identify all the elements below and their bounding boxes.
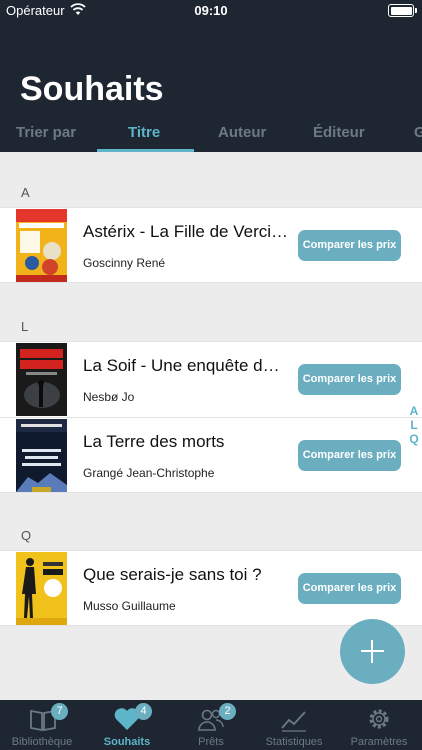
book-cover (16, 209, 67, 282)
clock: 09:10 (194, 3, 228, 18)
list-item[interactable]: La Terre des morts Grangé Jean-Christoph… (0, 417, 422, 493)
book-cover (16, 343, 67, 416)
index-letter-q[interactable]: Q (406, 432, 422, 446)
book-author: Grangé Jean-Christophe (83, 466, 215, 480)
section-header-a: A (21, 185, 30, 200)
gear-icon (369, 709, 389, 729)
wishlist-badge: 4 (135, 703, 152, 720)
list-item[interactable]: Astérix - La Fille de Vercingétorix Gosc… (0, 207, 422, 283)
tabbar-item-library[interactable]: 7 Bibliothèque (0, 700, 84, 750)
tabbar-item-loans[interactable]: 2 Prêts (170, 700, 252, 750)
book-cover (16, 552, 67, 625)
wishlist-list[interactable]: A Astérix - La Fille de Vercingétorix Go… (0, 152, 422, 700)
chart-line-icon (281, 711, 306, 732)
section-header-l: L (21, 319, 29, 334)
section-header-q: Q (21, 528, 32, 543)
compare-prices-button[interactable]: Comparer les prix (298, 230, 401, 261)
library-badge: 7 (51, 703, 68, 720)
loans-badge: 2 (219, 703, 236, 720)
page-title: Souhaits (20, 70, 164, 108)
index-letter-l[interactable]: L (406, 418, 422, 432)
add-book-button[interactable] (340, 619, 405, 684)
tabbar-label: Prêts (198, 736, 224, 748)
compare-prices-button[interactable]: Comparer les prix (298, 364, 401, 395)
compare-prices-button[interactable]: Comparer les prix (298, 440, 401, 471)
tab-author[interactable]: Auteur (218, 124, 266, 141)
tabbar-label: Bibliothèque (11, 736, 73, 748)
book-title: Astérix - La Fille de Vercingétorix (83, 222, 289, 241)
tab-bar: 7 Bibliothèque 4 Souhaits 2 Prêts Statis… (0, 700, 422, 750)
list-item[interactable]: La Soif - Une enquête de l'inspecteur Ha… (0, 341, 422, 417)
list-item[interactable]: Que serais-je sans toi ? Musso Guillaume… (0, 550, 422, 626)
sort-tabs: Trier par Titre Auteur Éditeur G (0, 120, 422, 152)
tab-publisher[interactable]: Éditeur (313, 124, 365, 141)
battery-icon (388, 4, 417, 17)
book-author: Musso Guillaume (83, 599, 176, 613)
tab-genre[interactable]: G (414, 124, 422, 141)
tabbar-label: Statistiques (265, 736, 323, 748)
sort-label: Trier par (16, 124, 77, 141)
tabbar-item-settings[interactable]: Paramètres (336, 700, 422, 750)
book-author: Goscinny René (83, 256, 166, 270)
tabbar-label: Paramètres (350, 736, 408, 748)
tabbar-label: Souhaits (103, 736, 151, 748)
book-title: Que serais-je sans toi ? (83, 565, 262, 584)
tab-title[interactable]: Titre (128, 124, 160, 141)
tabbar-item-statistics[interactable]: Statistiques (252, 700, 336, 750)
tabbar-item-wishlist[interactable]: 4 Souhaits (84, 700, 170, 750)
header: Opérateur 09:10 Souhaits Trier par Titre… (0, 0, 422, 152)
book-title: La Terre des morts (83, 432, 225, 451)
status-bar: Opérateur 09:10 (0, 0, 422, 22)
book-author: Nesbø Jo (83, 390, 135, 404)
book-title: La Soif - Une enquête de l'inspecteur Ha… (83, 356, 289, 375)
compare-prices-button[interactable]: Comparer les prix (298, 573, 401, 604)
section-index-bar[interactable]: A L Q (406, 404, 422, 446)
index-letter-a[interactable]: A (406, 404, 422, 418)
book-cover (16, 419, 67, 492)
